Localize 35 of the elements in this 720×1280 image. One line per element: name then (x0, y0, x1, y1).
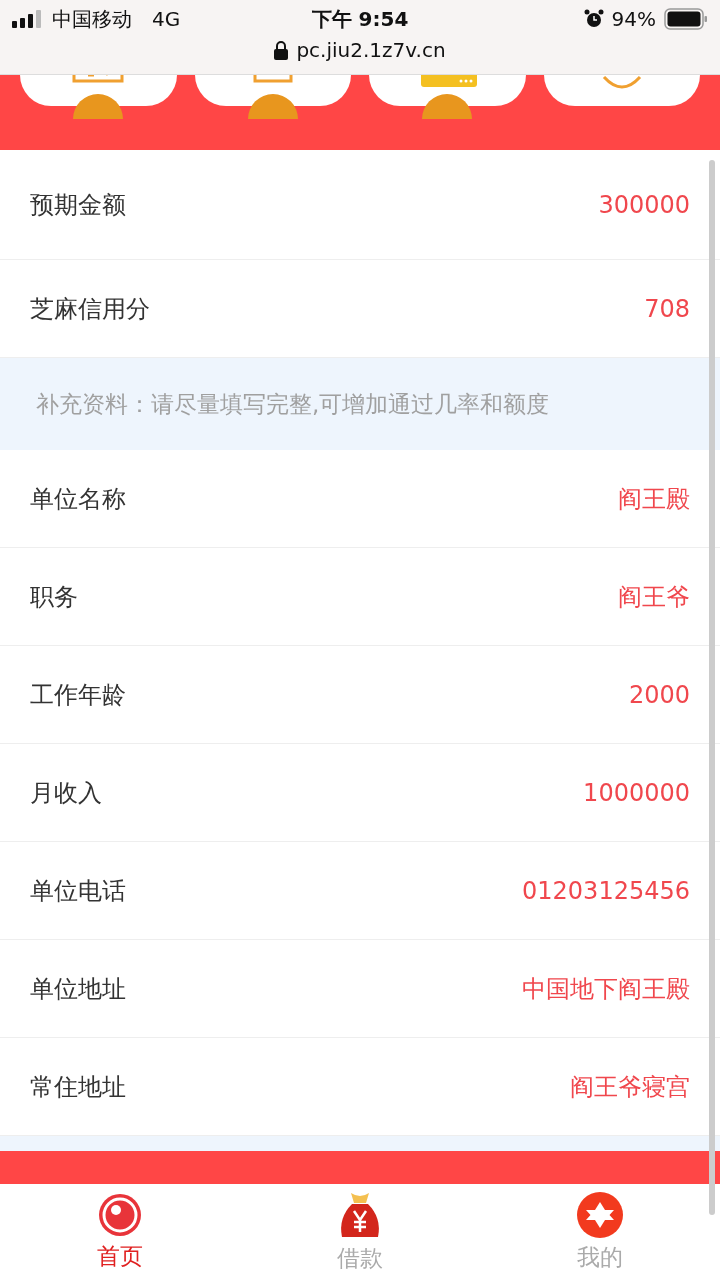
clock-time: 下午 9:54 (311, 5, 409, 33)
network-type: 4G (152, 7, 181, 31)
shortcut-card[interactable] (20, 75, 177, 119)
page-url[interactable]: pc.jiu2.1z7v.cn (296, 38, 446, 62)
field-value: 01203125456 (522, 876, 690, 905)
field-value: 708 (644, 294, 690, 323)
target-icon (98, 1193, 142, 1237)
field-label: 芝麻信用分 (30, 293, 150, 325)
battery-icon (664, 8, 708, 30)
shortcut-card[interactable] (194, 75, 351, 119)
field-label: 单位名称 (30, 483, 126, 515)
shortcut-card[interactable] (369, 75, 526, 119)
field-value: 2000 (628, 680, 690, 709)
field-label: 单位地址 (30, 973, 126, 1005)
carrier-name: 中国移动 (52, 5, 132, 33)
field-label: 工作年龄 (30, 679, 126, 711)
shield-icon (601, 75, 642, 89)
field-label: 预期金额 (30, 189, 126, 221)
money-bag-icon (338, 1191, 382, 1239)
signal-icon (12, 10, 44, 28)
field-value: 中国地下阎王殿 (522, 973, 690, 1005)
notice-text: 补充资料：请尽量填写完整,可增加通过几率和额度 (0, 358, 720, 450)
alarm-icon (583, 9, 604, 29)
lock-icon (274, 40, 289, 60)
field-label: 常住地址 (30, 1071, 126, 1103)
nav-tab[interactable]: 首页 (0, 1184, 240, 1280)
field-label: 月收入 (30, 777, 102, 809)
field-value: 阎王爷 (618, 581, 690, 613)
field-label: 单位电话 (30, 875, 126, 907)
field-value: 1000000 (583, 778, 690, 807)
field-value: 阎王爷寝宫 (570, 1071, 690, 1103)
battery-percent: 94% (611, 7, 656, 31)
field-label: 职务 (30, 581, 78, 613)
field-value: 300000 (598, 190, 690, 219)
field-value: 阎王殿 (618, 483, 690, 515)
